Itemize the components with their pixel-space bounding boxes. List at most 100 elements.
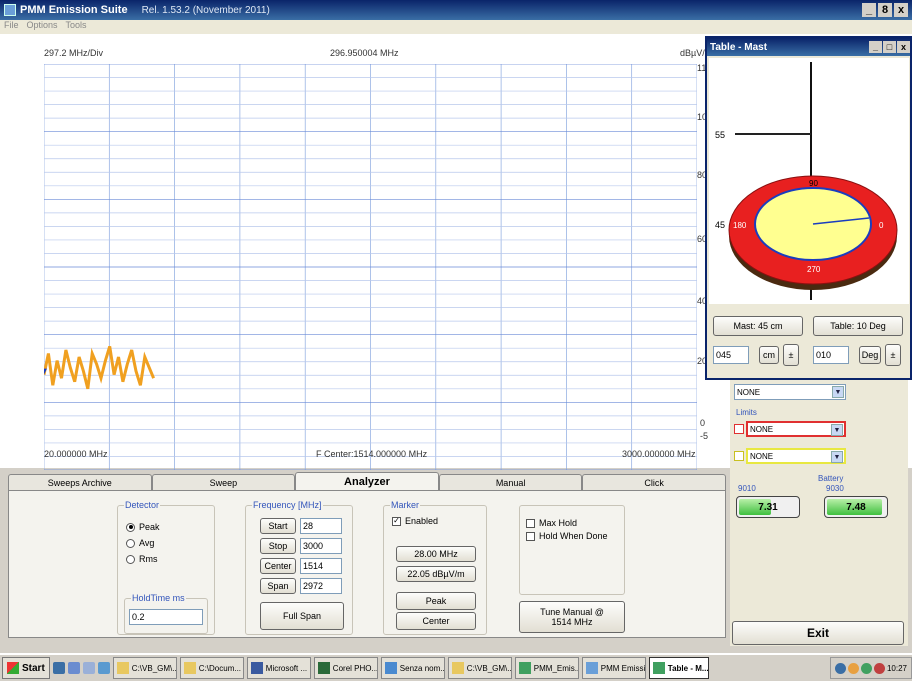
- dropdown-3-value: NONE: [750, 451, 774, 461]
- tab-click[interactable]: Click: [582, 474, 726, 490]
- hold-when-done-option[interactable]: Hold When Done: [526, 531, 608, 541]
- mast-label-45: 45: [715, 220, 725, 230]
- hold-group: Max Hold Hold When Done: [519, 505, 625, 595]
- holdtime-input[interactable]: 0.2: [129, 609, 203, 625]
- table-label-90: 90: [809, 179, 818, 188]
- task-item[interactable]: Microsoft ...: [246, 657, 311, 679]
- spectrum-plot: [44, 64, 697, 470]
- task-label: PMM_Emis...: [533, 663, 579, 673]
- stop-freq-label: 3000.000000 MHz: [622, 449, 696, 459]
- radio-rms-label: Rms: [139, 554, 158, 564]
- mast-unit-button[interactable]: cm: [759, 346, 779, 364]
- series-line-0: [44, 345, 155, 390]
- tray-icon[interactable]: [873, 662, 885, 674]
- clock[interactable]: 10:27: [887, 664, 907, 673]
- full-span-button[interactable]: Full Span: [260, 602, 344, 630]
- menu-options[interactable]: Options: [27, 20, 58, 34]
- task-item[interactable]: C:\VB_GM\...: [447, 657, 512, 679]
- radio-peak[interactable]: [126, 522, 135, 532]
- task-item[interactable]: PMM_Emis...: [514, 657, 579, 679]
- frequency-title: Frequency [MHz]: [252, 500, 323, 510]
- task-item[interactable]: Corel PHO...: [313, 657, 378, 679]
- exit-button[interactable]: Exit: [732, 621, 904, 645]
- quicklaunch-icon[interactable]: [97, 662, 110, 674]
- quicklaunch-icon[interactable]: [82, 662, 95, 674]
- tune-manual-button[interactable]: Tune Manual @ 1514 MHz: [519, 601, 625, 633]
- table-status-button[interactable]: Table: 10 Deg: [813, 316, 903, 336]
- ie-icon[interactable]: [52, 662, 65, 674]
- mast-diagram: 55 45 90 180 0 270: [709, 58, 909, 304]
- tab-analyzer[interactable]: Analyzer: [295, 472, 439, 490]
- enabled-checkbox[interactable]: ✓: [392, 516, 401, 526]
- radio-rms[interactable]: [126, 554, 135, 564]
- minimize-button[interactable]: _: [869, 41, 882, 53]
- tray-icon[interactable]: [834, 662, 846, 674]
- restore-button[interactable]: 8: [878, 3, 892, 17]
- marker-freq-display: 28.00 MHz: [396, 546, 476, 562]
- marker-enabled[interactable]: ✓ Enabled: [392, 516, 438, 526]
- close-button[interactable]: x: [897, 41, 910, 53]
- center-button[interactable]: Center: [260, 558, 296, 574]
- tray-icon[interactable]: [860, 662, 872, 674]
- tab-sweeps-archive[interactable]: Sweeps Archive: [8, 474, 152, 490]
- close-button[interactable]: x: [894, 3, 908, 17]
- max-hold-checkbox[interactable]: [526, 518, 535, 528]
- dropdown-2[interactable]: NONE ▼: [746, 421, 846, 437]
- detector-peak[interactable]: Peak: [126, 522, 160, 532]
- minimize-button[interactable]: _: [862, 3, 876, 17]
- start-input[interactable]: 28: [300, 518, 342, 534]
- task-item[interactable]: C:\Docum...: [179, 657, 244, 679]
- folder-icon: [116, 662, 129, 674]
- stop-button[interactable]: Stop: [260, 538, 296, 554]
- tray-icon[interactable]: [847, 662, 859, 674]
- app-icon: [652, 662, 665, 674]
- dropdown-3[interactable]: NONE ▼: [746, 448, 846, 464]
- windows-logo-icon: [7, 662, 19, 674]
- battery-1-indicator: 7.31: [736, 496, 800, 518]
- app-icon: [4, 4, 16, 16]
- span-button[interactable]: Span: [260, 578, 296, 594]
- detector-rms[interactable]: Rms: [126, 554, 158, 564]
- center-input[interactable]: 1514: [300, 558, 342, 574]
- mast-status-button[interactable]: Mast: 45 cm: [713, 316, 803, 336]
- battery-1-value: 7.31: [758, 502, 778, 513]
- menu-tools[interactable]: Tools: [66, 20, 87, 34]
- tab-manual[interactable]: Manual: [438, 474, 583, 490]
- start-freq-label: 20.000000 MHz: [44, 449, 108, 459]
- detector-group: Detector Peak Avg Rms HoldTime ms 0.2: [117, 500, 215, 635]
- max-hold-option[interactable]: Max Hold: [526, 518, 577, 528]
- menu-file[interactable]: File: [4, 20, 19, 34]
- chevron-down-icon[interactable]: ▼: [831, 451, 843, 463]
- detector-avg[interactable]: Avg: [126, 538, 154, 548]
- table-mast-titlebar[interactable]: Table - Mast _ □ x: [707, 38, 910, 56]
- task-item[interactable]: PMM Emissi...: [581, 657, 646, 679]
- task-item[interactable]: Senza nom...: [380, 657, 445, 679]
- chevron-down-icon[interactable]: ▼: [831, 424, 843, 436]
- table-label-270: 270: [807, 265, 821, 274]
- mast-input[interactable]: 045: [713, 346, 749, 364]
- peak-button[interactable]: Peak: [396, 592, 476, 610]
- marker-center-button[interactable]: Center: [396, 612, 476, 630]
- stop-input[interactable]: 3000: [300, 538, 342, 554]
- mast-spinner[interactable]: ±: [783, 344, 799, 366]
- span-input[interactable]: 2972: [300, 578, 342, 594]
- dropdown-1[interactable]: NONE ▼: [734, 384, 846, 400]
- maximize-button[interactable]: □: [883, 41, 896, 53]
- folder-icon: [183, 662, 196, 674]
- tab-sweep[interactable]: Sweep: [151, 474, 296, 490]
- analyzer-panel: Detector Peak Avg Rms HoldTime ms 0.2 Fr…: [8, 490, 726, 638]
- limit-red-checkbox[interactable]: [734, 424, 744, 434]
- task-item-active[interactable]: Table - M...: [648, 657, 709, 679]
- limit-yellow-checkbox[interactable]: [734, 451, 744, 461]
- start-button[interactable]: Start: [260, 518, 296, 534]
- table-unit-button[interactable]: Deg: [859, 346, 881, 364]
- holdtime-title: HoldTime ms: [131, 593, 186, 603]
- hold-when-done-checkbox[interactable]: [526, 531, 535, 541]
- chevron-down-icon[interactable]: ▼: [832, 386, 844, 398]
- table-spinner[interactable]: ±: [885, 344, 901, 366]
- start-button[interactable]: Start: [2, 657, 50, 679]
- table-input[interactable]: 010: [813, 346, 849, 364]
- radio-avg[interactable]: [126, 538, 135, 548]
- task-item[interactable]: C:\VB_GM\...: [112, 657, 177, 679]
- quicklaunch-icon[interactable]: [67, 662, 80, 674]
